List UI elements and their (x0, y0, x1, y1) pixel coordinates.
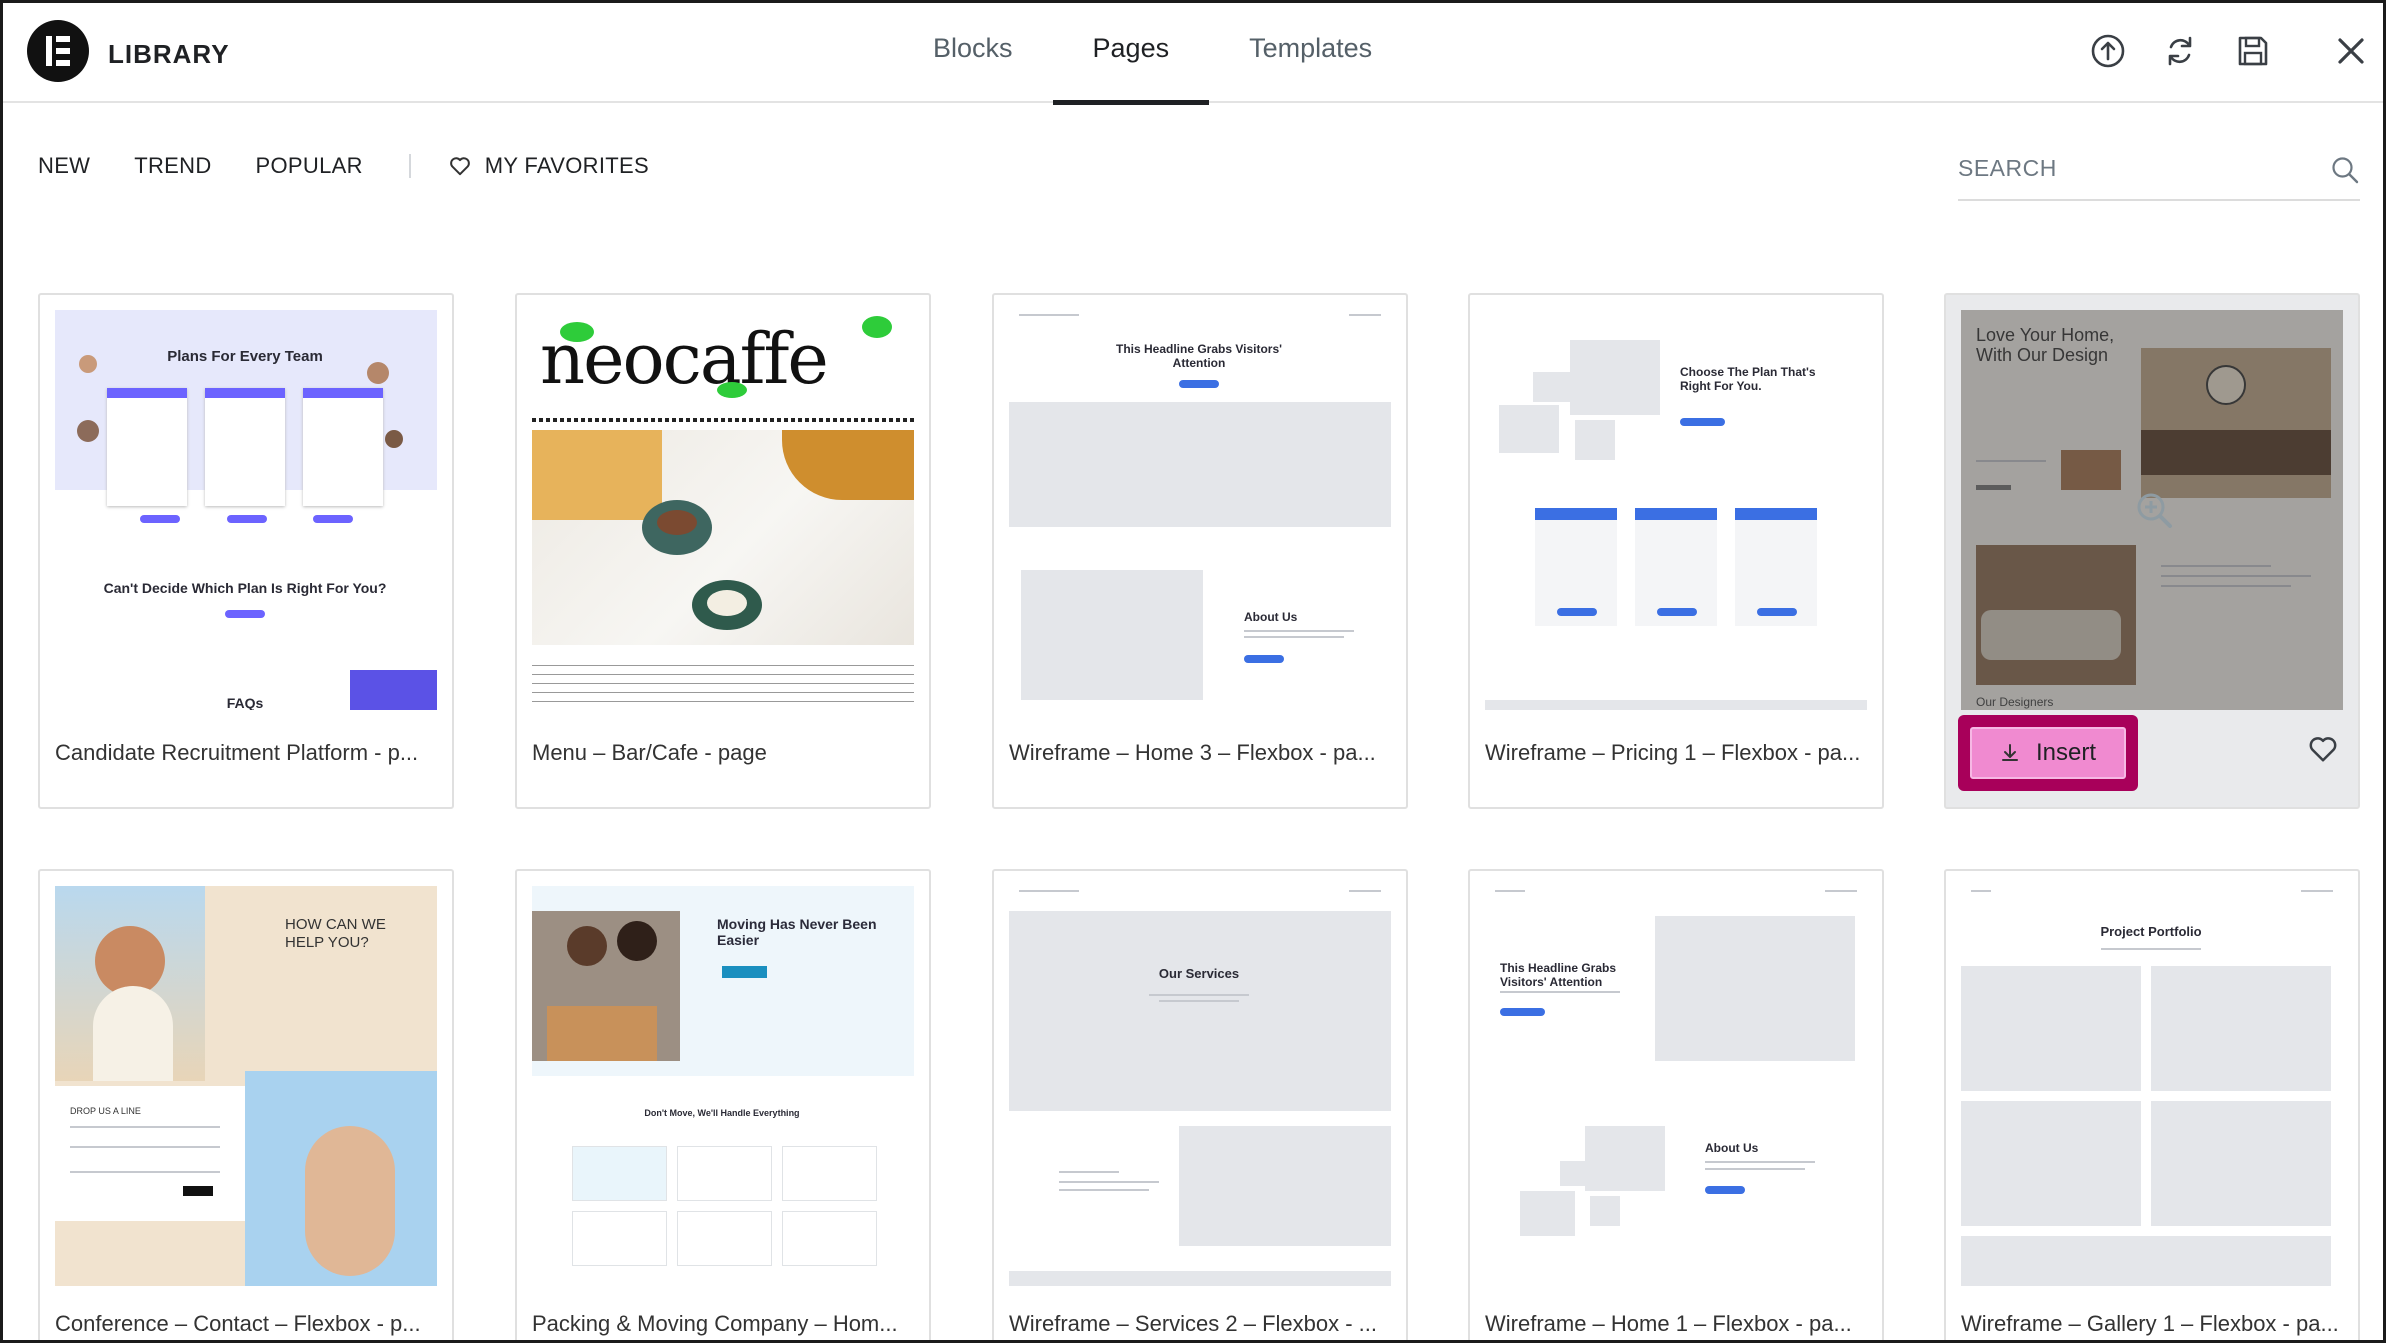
sync-icon[interactable] (2158, 29, 2202, 73)
library-title: LIBRARY (108, 39, 230, 69)
tab-templates[interactable]: Templates (1209, 3, 1412, 103)
template-thumbnail[interactable]: Choose The Plan That's Right For You. (1485, 310, 1867, 710)
library-tabs: Blocks Pages Templates (893, 3, 1412, 105)
search-icon[interactable] (2330, 155, 2360, 185)
template-card[interactable]: Project Portfolio Wireframe – Gallery 1 … (1944, 869, 2360, 1340)
filter-new[interactable]: NEW (38, 153, 90, 179)
template-card[interactable]: Choose The Plan That's Right For You. Wi… (1468, 293, 1884, 809)
library-modal: LIBRARY Blocks Pages Templates NEW TREND… (0, 0, 2386, 1343)
library-header: LIBRARY Blocks Pages Templates (3, 3, 2383, 105)
tab-blocks[interactable]: Blocks (893, 3, 1053, 103)
filter-bar: NEW TREND POPULAR MY FAVORITES (38, 153, 693, 179)
preview-overlay[interactable] (1961, 310, 2343, 710)
search-box (1958, 143, 2360, 201)
elementor-logo-icon (27, 20, 89, 82)
heart-icon (449, 157, 470, 176)
upload-icon[interactable] (2086, 29, 2130, 73)
tab-pages[interactable]: Pages (1052, 3, 1210, 105)
filter-divider (408, 154, 411, 178)
template-card[interactable]: This Headline Grabs Visitors' Attention … (1468, 869, 1884, 1340)
template-thumbnail[interactable]: Moving Has Never Been Easier Don't Move,… (532, 886, 914, 1286)
template-thumbnail[interactable]: HOW CAN WE HELP YOU? DROP US A LINE (55, 886, 437, 1286)
template-thumbnail[interactable]: This Headline Grabs Visitors' Attention … (1009, 310, 1391, 710)
filter-popular[interactable]: POPULAR (256, 153, 363, 179)
close-icon[interactable] (2329, 29, 2373, 73)
save-icon[interactable] (2231, 29, 2275, 73)
template-card[interactable]: Our Services Wireframe – Services 2 – Fl… (992, 869, 1408, 1340)
template-card[interactable]: Plans For Every Team Can't Decide Which … (38, 293, 454, 809)
template-title: Wireframe – Services 2 – Flexbox - ... (1009, 1311, 1377, 1336)
template-thumbnail[interactable]: This Headline Grabs Visitors' Attention … (1485, 886, 1867, 1286)
filter-trend[interactable]: TREND (134, 153, 211, 179)
template-thumbnail[interactable]: Project Portfolio (1961, 886, 2343, 1286)
my-favorites-label: MY FAVORITES (484, 153, 649, 178)
download-icon (2001, 744, 2018, 761)
template-card[interactable]: neocaffe Menu – Bar/Cafe - page (515, 293, 931, 809)
template-card[interactable]: HOW CAN WE HELP YOU? DROP US A LINE Conf… (38, 869, 454, 1340)
template-thumbnail[interactable]: Our Services (1009, 886, 1391, 1286)
template-thumbnail[interactable]: neocaffe (532, 310, 914, 710)
insert-button-highlight: Insert (1958, 715, 2138, 791)
template-thumbnail[interactable]: Plans For Every Team Can't Decide Which … (55, 310, 437, 710)
insert-label: Insert (2035, 739, 2097, 766)
template-card[interactable]: Moving Has Never Been Easier Don't Move,… (515, 869, 931, 1340)
template-thumbnail[interactable]: Love Your Home, With Our Design Our Desi… (1961, 310, 2343, 710)
template-title: Conference – Contact – Flexbox - p... (55, 1311, 421, 1336)
template-card[interactable]: Love Your Home, With Our Design Our Desi… (1944, 293, 2360, 809)
template-title: Wireframe – Gallery 1 – Flexbox - pa... (1961, 1311, 2339, 1336)
template-title: Wireframe – Home 1 – Flexbox - pa... (1485, 1311, 1852, 1336)
my-favorites-filter[interactable]: MY FAVORITES (449, 153, 649, 179)
template-title: Menu – Bar/Cafe - page (532, 740, 767, 765)
favorite-heart-icon[interactable] (2308, 735, 2338, 768)
template-title: Candidate Recruitment Platform - p... (55, 740, 419, 765)
template-title: Wireframe – Home 3 – Flexbox - pa... (1009, 740, 1376, 765)
template-title: Wireframe – Pricing 1 – Flexbox - pa... (1485, 740, 1861, 765)
insert-button[interactable]: Insert (1970, 727, 2126, 779)
template-title: Packing & Moving Company – Hom... (532, 1311, 898, 1336)
zoom-in-icon[interactable] (2134, 490, 2174, 530)
search-input[interactable] (1958, 155, 2298, 182)
template-card[interactable]: This Headline Grabs Visitors' Attention … (992, 293, 1408, 809)
